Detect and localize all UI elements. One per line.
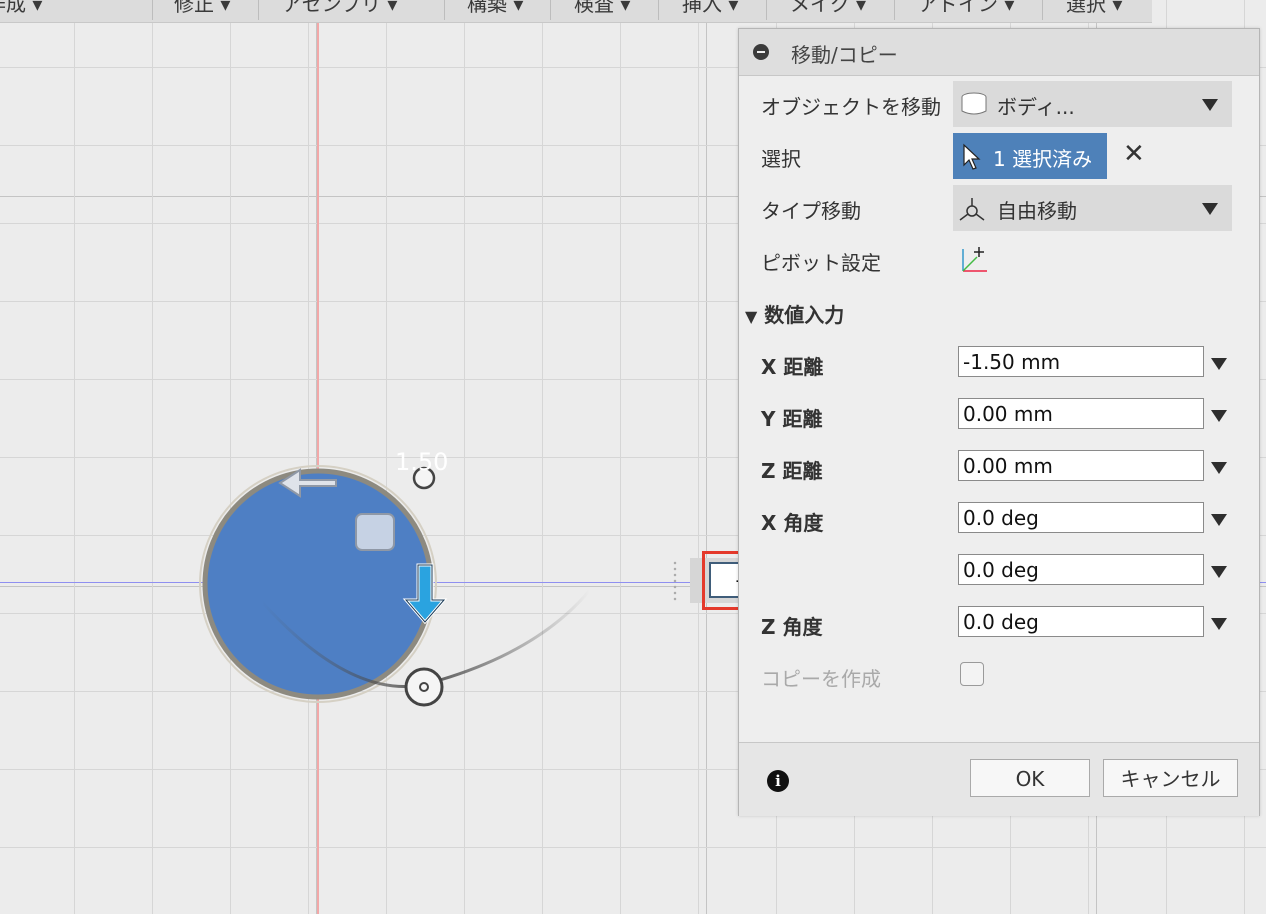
clear-selection-icon[interactable]: ✕ xyxy=(1123,141,1145,167)
x-angle-label: X 角度 xyxy=(761,511,824,535)
free-move-icon xyxy=(959,198,985,221)
x-angle-input[interactable]: 0.0 deg xyxy=(958,502,1204,533)
z-distance-dropdown-icon[interactable] xyxy=(1211,462,1227,474)
panel-header[interactable]: 移動/コピー xyxy=(739,29,1259,76)
y-distance-label: Y 距離 xyxy=(761,407,823,431)
numeric-section-header[interactable]: ▼ 数値入力 xyxy=(745,299,844,328)
pivot-label: ピボット設定 xyxy=(761,251,881,275)
ok-button[interactable]: OK xyxy=(970,759,1090,797)
create-copy-label: コピーを作成 xyxy=(761,667,881,691)
z-angle-label: Z 角度 xyxy=(761,615,823,639)
cancel-button[interactable]: キャンセル xyxy=(1103,759,1238,797)
object-dropdown[interactable]: ボディ... xyxy=(953,81,1232,127)
x-angle-dropdown-icon[interactable] xyxy=(1211,514,1227,526)
body-icon xyxy=(961,92,987,115)
y-angle-input[interactable]: 0.0 deg xyxy=(958,554,1204,585)
pivot-set-icon[interactable] xyxy=(957,243,991,275)
y-angle-dropdown-icon[interactable] xyxy=(1211,566,1227,578)
collapse-icon[interactable] xyxy=(753,44,769,60)
panel-footer: i OK キャンセル xyxy=(739,742,1259,816)
z-angle-dropdown-icon[interactable] xyxy=(1211,618,1227,630)
z-angle-input[interactable]: 0.0 deg xyxy=(958,606,1204,637)
x-distance-label: X 距離 xyxy=(761,355,824,379)
select-label: 選択 xyxy=(761,147,801,171)
section-expand-icon: ▼ xyxy=(745,307,758,326)
distance-label: 1.50 xyxy=(395,448,449,476)
object-label: オブジェクトを移動 xyxy=(761,95,941,119)
y-distance-dropdown-icon[interactable] xyxy=(1211,410,1227,422)
panel-title: 移動/コピー xyxy=(791,43,898,67)
z-distance-label: Z 距離 xyxy=(761,459,823,483)
move-type-dropdown[interactable]: 自由移動 xyxy=(953,185,1232,231)
numeric-section-title: 数値入力 xyxy=(764,303,845,327)
info-icon[interactable]: i xyxy=(767,770,789,792)
object-dropdown-value: ボディ... xyxy=(997,95,1075,119)
cursor-icon xyxy=(963,143,981,170)
x-distance-dropdown-icon[interactable] xyxy=(1211,358,1227,370)
z-distance-input[interactable]: 0.00 mm xyxy=(958,450,1204,481)
type-label: タイプ移動 xyxy=(761,199,861,223)
move-copy-panel: 移動/コピー オブジェクトを移動 ボディ... 選択 1 選択済み ✕ タイプ移… xyxy=(738,28,1260,816)
plane-move-handle[interactable] xyxy=(355,513,395,551)
body-disc[interactable] xyxy=(202,468,434,700)
create-copy-checkbox[interactable] xyxy=(960,662,984,686)
chevron-down-icon xyxy=(1202,203,1218,215)
move-type-value: 自由移動 xyxy=(997,199,1077,223)
chevron-down-icon xyxy=(1202,99,1218,111)
drag-grip[interactable] xyxy=(672,560,678,602)
y-distance-input[interactable]: 0.00 mm xyxy=(958,398,1204,429)
selection-button[interactable]: 1 選択済み xyxy=(953,133,1107,179)
x-distance-input[interactable]: -1.50 mm xyxy=(958,346,1204,377)
selection-count: 1 選択済み xyxy=(993,147,1093,171)
